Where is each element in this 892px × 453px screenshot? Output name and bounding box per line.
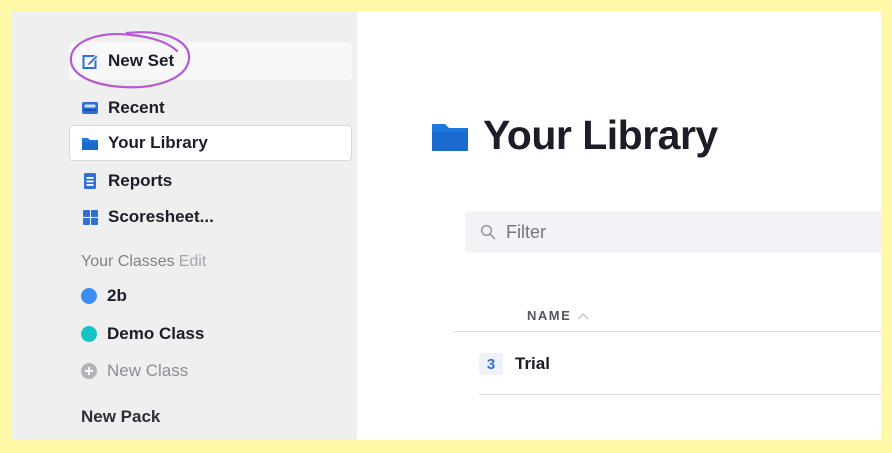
edit-icon — [81, 52, 99, 70]
class-color-dot — [81, 326, 97, 342]
highlight-frame: New Set Recent Your Library Reports Scor… — [0, 0, 892, 453]
class-color-dot — [81, 288, 97, 304]
table-header-divider — [453, 331, 881, 332]
your-classes-heading: Your Classes Edit — [81, 253, 206, 271]
reports-icon — [81, 172, 99, 190]
table-row-divider — [479, 394, 881, 395]
main-content: Your Library NAME 3 Trial — [357, 11, 881, 440]
class-name: Demo Class — [107, 324, 205, 343]
sort-ascending-icon — [577, 312, 589, 320]
filter-box[interactable] — [465, 211, 881, 253]
your-library-label: Your Library — [108, 133, 208, 152]
new-class-label: New Class — [107, 361, 189, 380]
new-pack-button[interactable]: New Pack — [81, 407, 160, 427]
your-classes-label: Your Classes — [81, 253, 175, 270]
question-count-badge: 3 — [479, 353, 503, 375]
column-header-name[interactable]: NAME — [527, 308, 589, 323]
table-row[interactable]: 3 Trial — [479, 349, 881, 379]
scoresheet-icon — [81, 208, 99, 226]
scoresheet-label: Scoresheet... — [108, 207, 214, 226]
sidebar-item-scoresheet[interactable]: Scoresheet... — [69, 200, 214, 234]
class-item-demo-class[interactable]: Demo Class — [81, 317, 204, 351]
page-heading: Your Library — [431, 112, 718, 159]
sidebar-item-reports[interactable]: Reports — [69, 164, 172, 198]
recent-icon — [81, 99, 99, 117]
app-window: New Set Recent Your Library Reports Scor… — [11, 11, 881, 440]
edit-classes-link[interactable]: Edit — [179, 253, 207, 271]
recent-label: Recent — [108, 98, 165, 117]
new-set-button[interactable]: New Set — [69, 42, 352, 80]
page-title: Your Library — [483, 112, 718, 158]
folder-icon — [432, 123, 468, 151]
reports-label: Reports — [108, 171, 173, 190]
new-set-label: New Set — [108, 51, 175, 70]
class-name: 2b — [107, 286, 127, 305]
sidebar-item-your-library[interactable]: Your Library — [69, 125, 352, 161]
new-class-button[interactable]: New Class — [81, 354, 188, 388]
column-header-label: NAME — [527, 308, 572, 323]
sidebar-item-recent[interactable]: Recent — [69, 91, 165, 125]
search-icon — [480, 224, 496, 240]
filter-input[interactable] — [504, 220, 881, 244]
plus-icon — [81, 363, 97, 379]
sidebar: New Set Recent Your Library Reports Scor… — [11, 11, 357, 440]
set-name: Trial — [515, 354, 550, 373]
class-item-2b[interactable]: 2b — [81, 279, 127, 313]
folder-icon — [81, 134, 99, 152]
